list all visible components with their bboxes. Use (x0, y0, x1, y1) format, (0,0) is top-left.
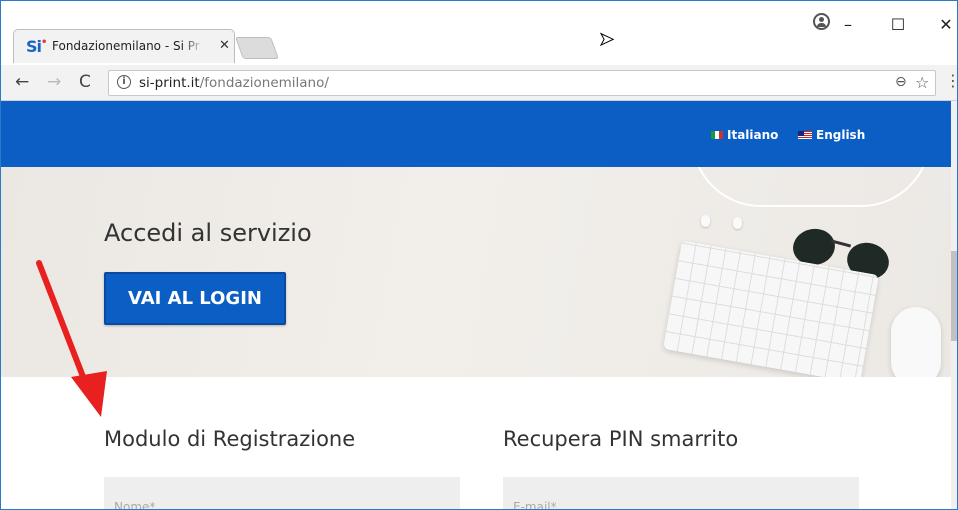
site-info-icon[interactable]: i (117, 75, 131, 89)
hero-banner: Accedi al servizio VAI AL LOGIN (1, 167, 953, 377)
browser-toolbar: ← → C i si-print.it/fondazionemilano/ ⊖ … (1, 65, 957, 101)
registration-title: Modulo di Registrazione (104, 427, 356, 451)
name-field-container (104, 477, 460, 509)
web-page: Italiano English Accedi al servizio VAI … (1, 101, 957, 509)
page-scrollbar[interactable] (951, 101, 957, 509)
forward-arrow-icon[interactable]: → (47, 72, 61, 92)
back-arrow-icon[interactable]: ← (15, 72, 29, 92)
language-italian-link[interactable]: Italiano (711, 128, 778, 142)
email-input[interactable] (503, 477, 859, 509)
us-flag-icon (798, 131, 812, 139)
forms-section: Modulo di Registrazione Recupera PIN sma… (1, 377, 953, 509)
earbud-decoration (701, 215, 710, 227)
login-button[interactable]: VAI AL LOGIN (104, 272, 286, 325)
mouse-cursor-icon: ➤ (598, 29, 615, 51)
minimize-button[interactable]: – (833, 15, 863, 34)
site-header: Italiano English (1, 101, 953, 167)
reload-icon[interactable]: C (79, 72, 91, 92)
language-english-link[interactable]: English (798, 128, 865, 142)
tab-strip: Si• Fondazionemilano - Si Pr ✕ ➤ – ☐ ✕ (1, 1, 957, 65)
mouse-image (891, 307, 941, 377)
profile-icon[interactable] (813, 13, 830, 30)
browser-menu-icon[interactable]: ⋮ (945, 71, 957, 90)
bookmark-star-icon[interactable]: ☆ (915, 73, 929, 92)
browser-window: Si• Fondazionemilano - Si Pr ✕ ➤ – ☐ ✕ ←… (0, 0, 958, 510)
it-flag-icon (711, 131, 723, 139)
email-field-container (503, 477, 859, 509)
recover-pin-title: Recupera PIN smarrito (503, 427, 739, 451)
tab-close-icon[interactable]: ✕ (219, 38, 230, 53)
scrollbar-thumb[interactable] (951, 251, 957, 341)
new-tab-button[interactable] (234, 37, 280, 59)
maximize-button[interactable]: ☐ (883, 15, 913, 34)
url-text: si-print.it/fondazionemilano/ (139, 75, 329, 91)
name-input[interactable] (104, 477, 460, 509)
earbud-decoration (733, 217, 742, 229)
address-bar[interactable]: i si-print.it/fondazionemilano/ ⊖ ☆ (108, 70, 936, 96)
earphone-cable-decoration (691, 167, 931, 207)
tab-title: Fondazionemilano - Si Pr (52, 39, 204, 53)
site-favicon-icon: Si• (26, 37, 48, 56)
zoom-icon[interactable]: ⊖ (895, 74, 907, 90)
close-window-button[interactable]: ✕ (931, 15, 957, 34)
hero-title: Accedi al servizio (104, 219, 312, 247)
browser-tab[interactable]: Si• Fondazionemilano - Si Pr ✕ (13, 29, 235, 63)
